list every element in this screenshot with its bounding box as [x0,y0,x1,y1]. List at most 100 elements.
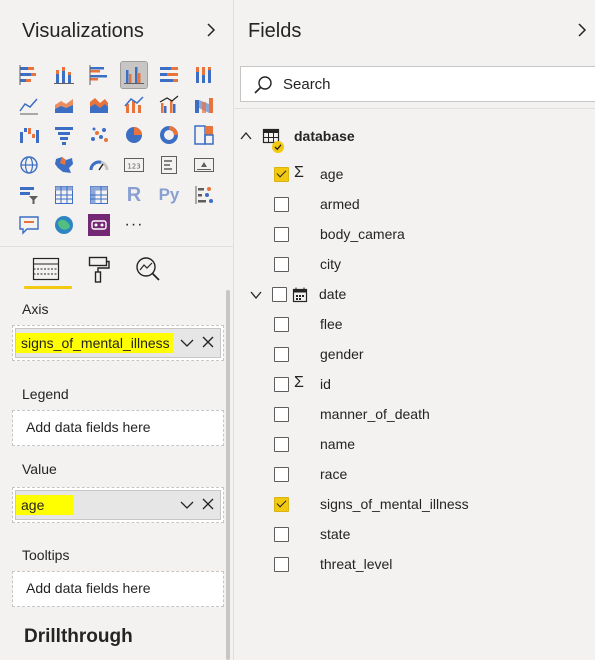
chevron-down-icon[interactable] [250,290,262,300]
axis-field-chip[interactable]: signs_of_mental_illness [15,328,221,358]
treemap-icon[interactable] [191,122,217,148]
calendar-icon [292,287,308,303]
field-checkbox[interactable] [274,197,289,212]
matrix-visual-icon[interactable] [86,182,112,208]
scatter-chart-icon[interactable] [86,122,112,148]
qa-visual-icon[interactable] [16,212,42,238]
fields-divider [234,108,595,109]
field-row-id[interactable]: Σid [234,374,595,396]
field-checkbox[interactable] [274,497,289,512]
search-icon [254,76,272,94]
field-checkbox[interactable] [274,407,289,422]
field-row-race[interactable]: race [234,464,595,486]
axis-well[interactable]: signs_of_mental_illness [12,325,224,361]
fields-tab[interactable] [28,252,64,286]
field-checkbox[interactable] [274,437,289,452]
field-name: signs_of_mental_illness [320,496,469,512]
field-checkbox[interactable] [274,467,289,482]
field-checkbox[interactable] [274,317,289,332]
clustered-column-chart-icon[interactable] [120,61,148,89]
kpi-icon[interactable] [191,152,217,178]
donut-chart-icon[interactable] [156,122,182,148]
visualizations-scrollbar[interactable] [226,290,230,660]
card-icon[interactable]: 123 [121,152,147,178]
field-checkbox[interactable] [274,527,289,542]
value-well[interactable]: age [12,487,224,523]
field-checkbox[interactable] [274,227,289,242]
chevron-up-icon[interactable] [240,131,252,141]
field-name: gender [320,346,364,362]
visualizations-pane: Visualizations 123 R Py ··· Axis signs_o… [0,0,233,660]
sigma-icon: Σ [294,164,304,181]
chevron-down-icon[interactable] [180,337,194,349]
funnel-chart-icon[interactable] [51,122,77,148]
table-icon [262,128,284,153]
python-visual-icon[interactable]: Py [156,182,182,208]
field-row-body-camera[interactable]: body_camera [234,224,595,246]
line-chart-icon[interactable] [16,92,42,118]
field-checkbox[interactable] [274,167,289,182]
field-row-threat-level[interactable]: threat_level [234,554,595,576]
100-percent-stacked-column-chart-icon[interactable] [191,62,217,88]
field-row-armed[interactable]: armed [234,194,595,216]
format-tab[interactable] [80,252,116,286]
field-checkbox[interactable] [274,377,289,392]
field-checkbox[interactable] [274,347,289,362]
chevron-down-icon[interactable] [180,499,194,511]
stacked-column-chart-icon[interactable] [51,62,77,88]
collapse-visualizations-chevron-icon[interactable] [204,20,218,40]
paint-roller-icon [88,256,110,283]
field-row-age[interactable]: Σage [234,164,595,186]
waterfall-chart-icon[interactable] [16,122,42,148]
field-name: state [320,526,351,542]
analytics-tab[interactable] [130,252,166,286]
collapse-fields-chevron-icon[interactable] [575,20,589,40]
arcgis-map-icon[interactable] [51,212,77,238]
100-percent-stacked-bar-chart-icon[interactable] [156,62,182,88]
pie-chart-icon[interactable] [121,122,147,148]
field-row-gender[interactable]: gender [234,344,595,366]
map-icon[interactable] [16,152,42,178]
value-field-label: age [16,495,75,515]
area-chart-icon[interactable] [51,92,77,118]
custom-visual-icon[interactable] [86,212,112,238]
field-row-state[interactable]: state [234,524,595,546]
line-and-stacked-column-chart-icon[interactable] [121,92,147,118]
analytics-magnifier-icon [136,257,160,281]
remove-field-icon[interactable] [202,498,214,510]
gauge-chart-icon[interactable] [86,152,112,178]
active-tab-indicator [24,286,72,289]
field-row-city[interactable]: city [234,254,595,276]
filled-map-icon[interactable] [51,152,77,178]
table-visual-icon[interactable] [51,182,77,208]
table-node-database[interactable]: database [234,126,595,153]
remove-field-icon[interactable] [202,336,214,348]
value-field-chip[interactable]: age [15,490,221,520]
field-checkbox[interactable] [272,287,287,302]
more-visuals-icon[interactable]: ··· [121,212,147,238]
field-checkbox[interactable] [274,557,289,572]
slicer-icon[interactable] [16,182,42,208]
tooltips-well[interactable]: Add data fields here [12,571,224,607]
fields-search-box[interactable] [240,66,595,102]
ribbon-chart-icon[interactable] [191,92,217,118]
multi-row-card-icon[interactable] [156,152,182,178]
line-and-clustered-column-chart-icon[interactable] [156,92,182,118]
field-checkbox[interactable] [274,257,289,272]
field-row-date[interactable]: date [234,284,595,306]
stacked-area-chart-icon[interactable] [86,92,112,118]
legend-well[interactable]: Add data fields here [12,410,224,446]
field-row-flee[interactable]: flee [234,314,595,336]
r-script-visual-icon[interactable]: R [121,182,147,208]
legend-placeholder: Add data fields here [26,419,151,435]
key-influencers-icon[interactable] [191,182,217,208]
field-row-name[interactable]: name [234,434,595,456]
field-name: city [320,256,341,272]
search-input[interactable] [283,73,573,95]
field-row-signs-of-mental-illness[interactable]: signs_of_mental_illness [234,494,595,516]
stacked-bar-chart-icon[interactable] [16,62,42,88]
field-name: race [320,466,348,482]
clustered-bar-chart-icon[interactable] [86,62,112,88]
field-row-manner-of-death[interactable]: manner_of_death [234,404,595,426]
field-name: age [320,166,344,182]
